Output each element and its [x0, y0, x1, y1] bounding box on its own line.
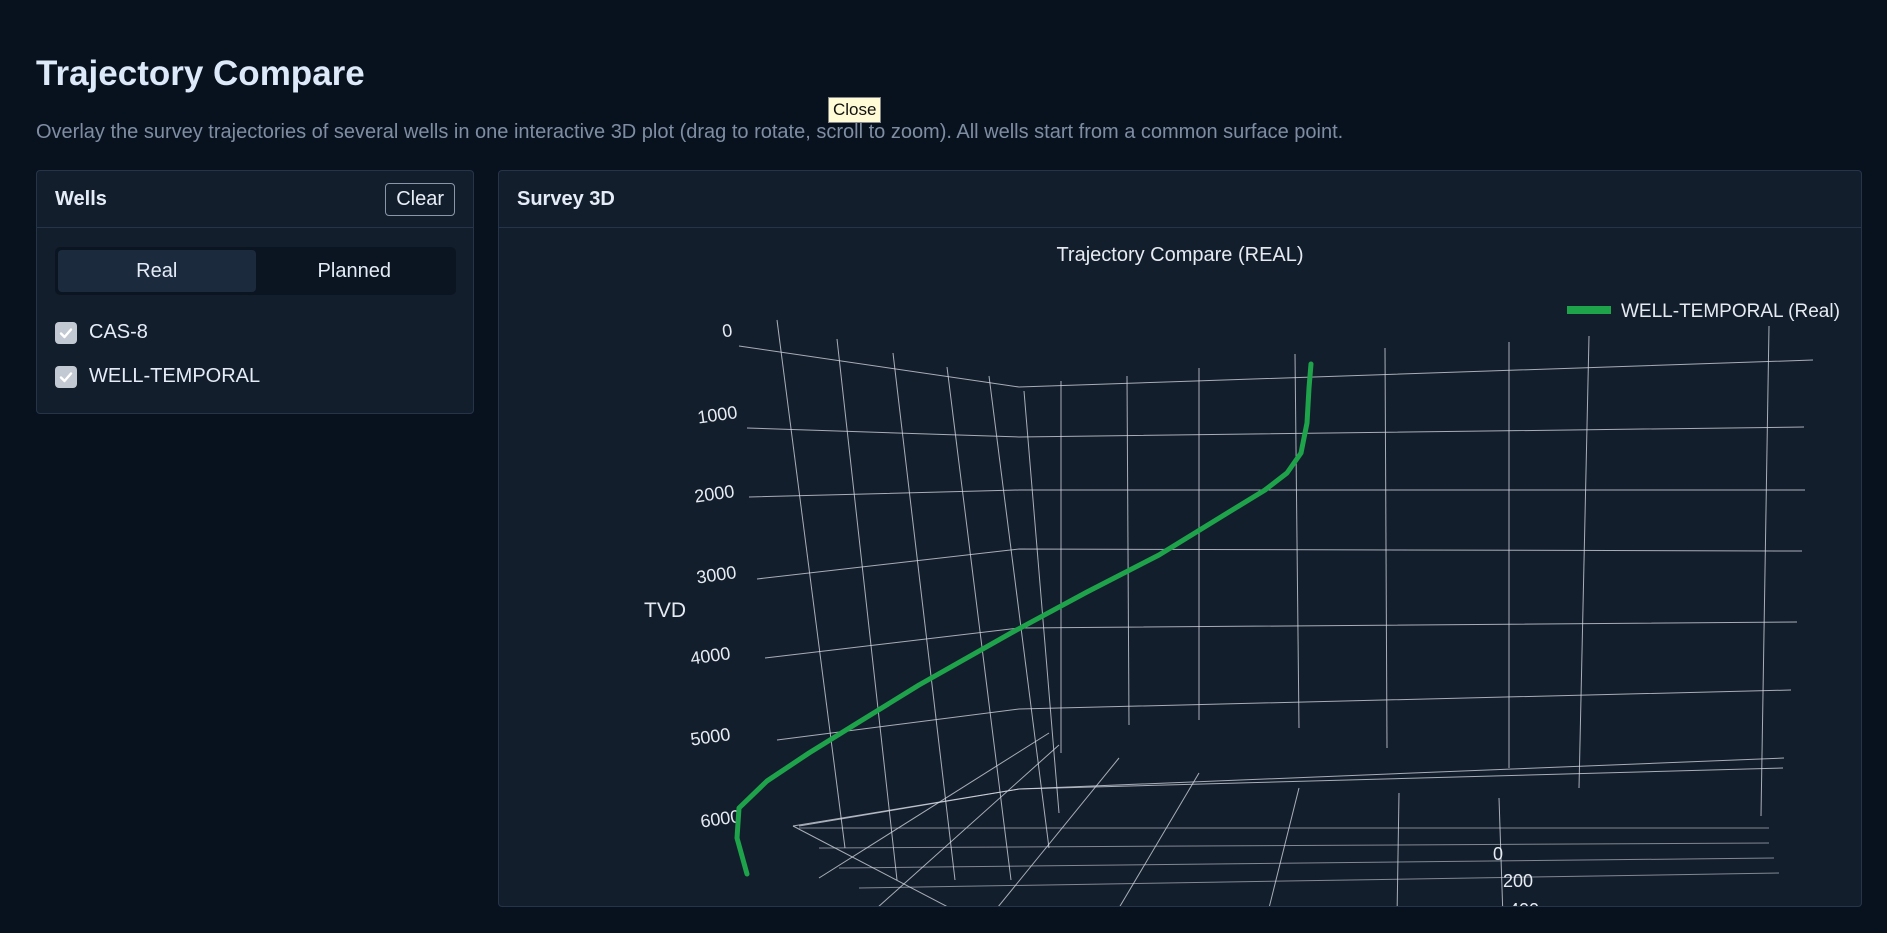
y-tick-label: 0 [1493, 844, 1503, 864]
well-label: CAS-8 [89, 321, 148, 343]
checkbox-checked-icon[interactable] [55, 365, 77, 388]
wells-panel: Wells Clear Real Planned CAS-8 WELL-TEMP… [36, 170, 474, 414]
z-tick-label: 3000 [695, 562, 737, 587]
z-tick-label: 0 [721, 320, 734, 341]
page-subtitle: Overlay the survey trajectories of sever… [36, 121, 1344, 143]
grid-line [764, 621, 1798, 659]
grid-line [836, 338, 898, 881]
survey-panel-title: Survey 3D [517, 187, 615, 210]
grid-line [1119, 772, 1200, 906]
survey-panel-header: Survey 3D [499, 171, 1861, 228]
well-item-cas-8[interactable]: CAS-8 [55, 321, 148, 344]
chart-title: Trajectory Compare (REAL) [1056, 244, 1303, 266]
grid-line [746, 426, 1805, 438]
mode-toggle: Real Planned [55, 247, 456, 295]
mode-real-button[interactable]: Real [58, 250, 256, 292]
grid-line [776, 689, 1792, 741]
grid-line [818, 732, 1050, 879]
z-tick-label: 4000 [689, 643, 731, 668]
grid-line [878, 744, 1060, 906]
survey-panel: Survey 3D Trajectory Compare (REAL) 0 100… [498, 170, 1862, 907]
well-label: WELL-TEMPORAL [89, 365, 261, 387]
z-axis-label: TVD [644, 599, 686, 622]
y-tick-label: 400 [1509, 900, 1539, 906]
z-tick-label: 5000 [689, 724, 731, 749]
grid-line [798, 788, 1020, 827]
page-title: Trajectory Compare [36, 54, 365, 93]
grid-line [818, 842, 1770, 849]
grid-line [1396, 792, 1400, 906]
series-line-well-temporal [734, 361, 1314, 877]
chart-series [734, 361, 1314, 877]
grid-line [1126, 375, 1130, 726]
z-tick-label: 1000 [696, 402, 738, 427]
mode-planned-button[interactable]: Planned [256, 250, 454, 292]
grid-line [1384, 347, 1388, 749]
grid-line [756, 548, 1803, 580]
z-tick-label: 2000 [693, 481, 735, 506]
y-tick-label: 200 [1503, 871, 1533, 891]
grid-line [946, 366, 1012, 881]
wells-panel-header: Wells Clear [37, 171, 473, 228]
close-tooltip: Close [828, 97, 882, 123]
chart-legend: WELL-TEMPORAL (Real) [1567, 301, 1840, 322]
y-axis-ticks: 0200 400 [1493, 844, 1539, 906]
survey-3d-chart[interactable]: Trajectory Compare (REAL) 01000200030004… [499, 228, 1861, 906]
grid-line [838, 857, 1775, 869]
grid-line [1578, 335, 1590, 789]
grid-line [1018, 767, 1784, 790]
legend-label: WELL-TEMPORAL (Real) [1621, 301, 1840, 322]
clear-button[interactable]: Clear [385, 182, 455, 216]
grid-line [748, 489, 1805, 498]
chart-grid [738, 319, 1814, 906]
z-axis-ticks: 0100020003000400050006000 [689, 320, 741, 831]
checkbox-checked-icon[interactable] [55, 321, 77, 344]
grid-line [1294, 353, 1300, 729]
grid-line [858, 872, 1780, 889]
well-item-well-temporal[interactable]: WELL-TEMPORAL [55, 365, 260, 388]
wells-panel-title: Wells [55, 187, 107, 210]
grid-line [1760, 325, 1770, 817]
grid-line [1268, 787, 1300, 906]
grid-line [738, 345, 1814, 388]
grid-line [792, 825, 948, 906]
